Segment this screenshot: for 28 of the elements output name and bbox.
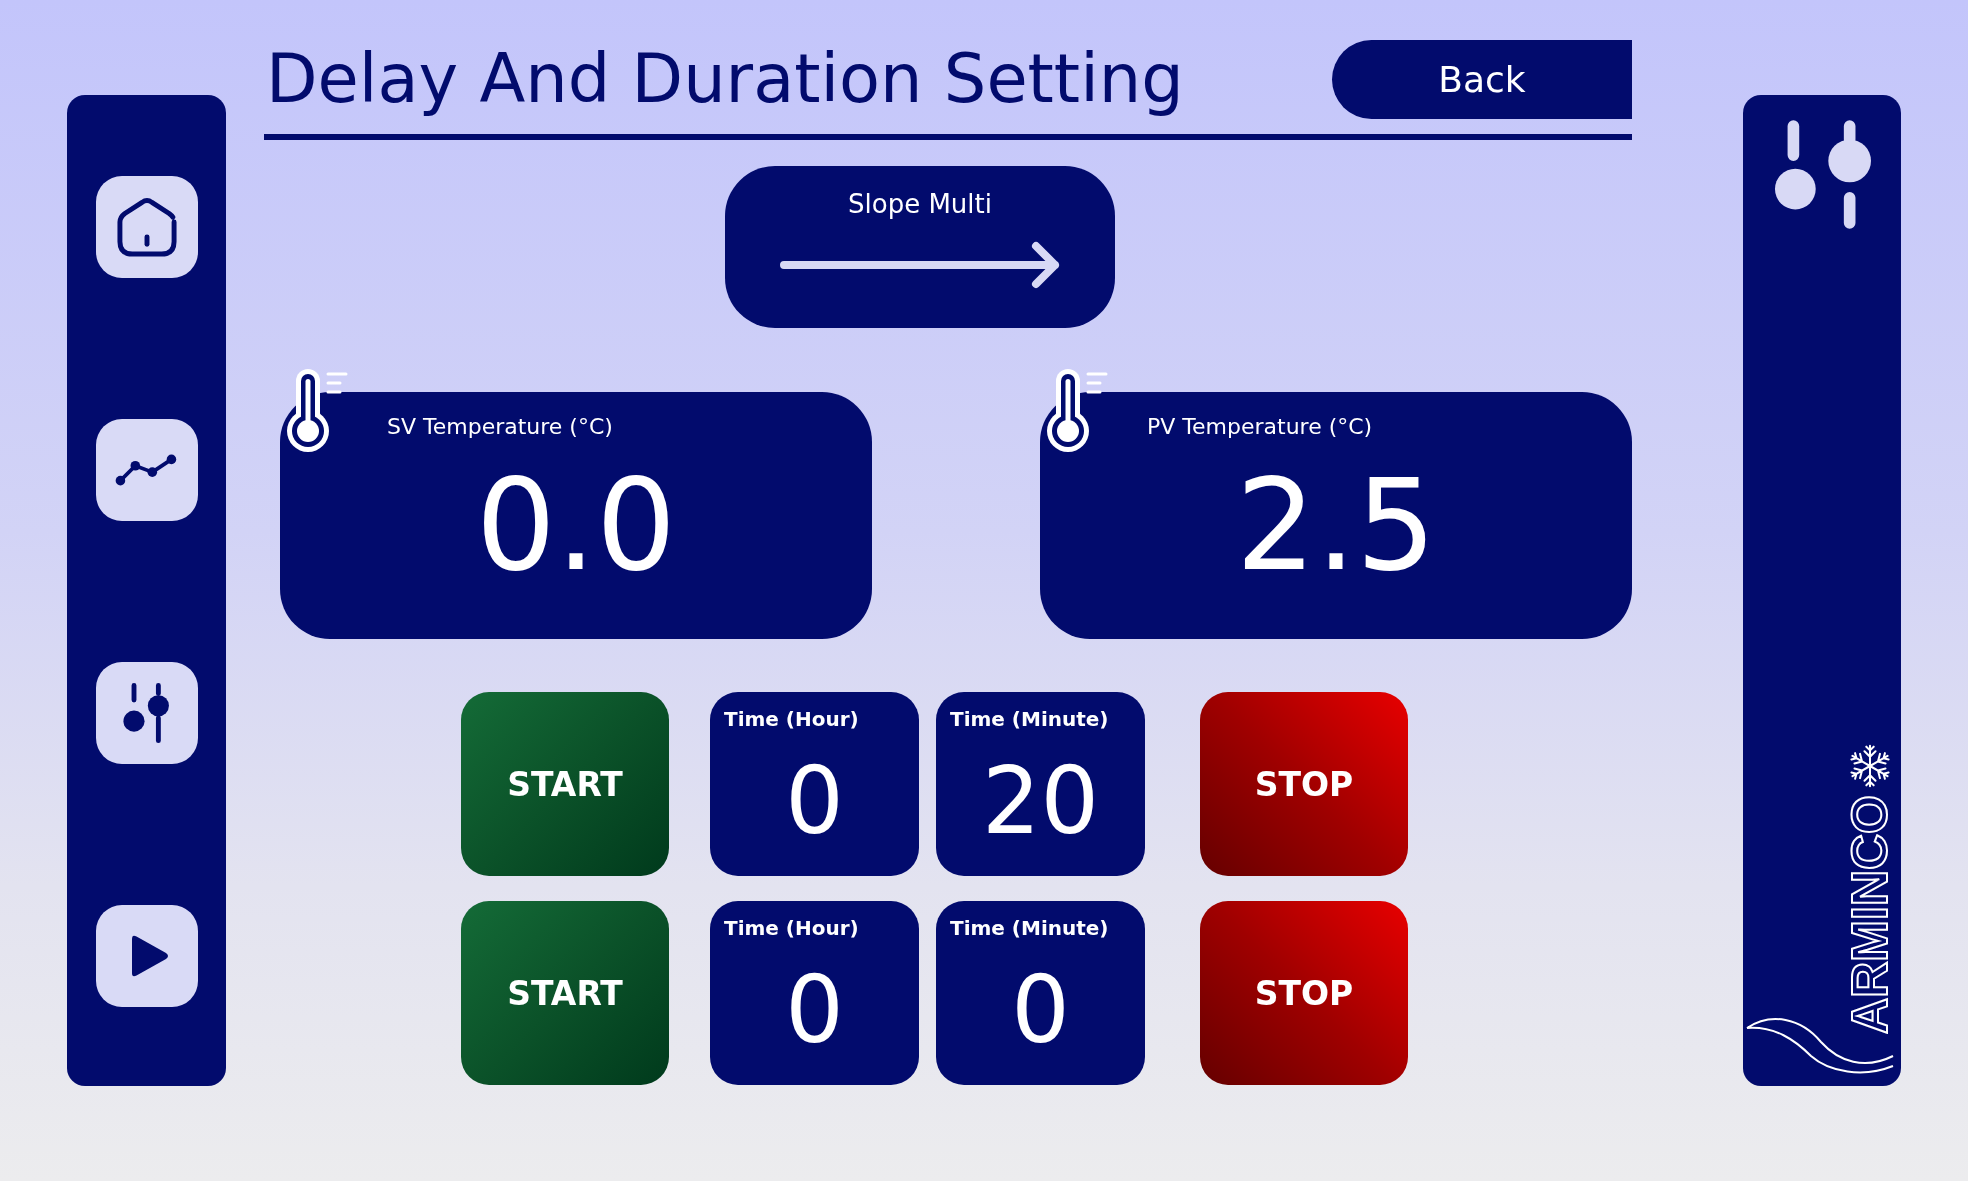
start-button[interactable]: START: [461, 692, 669, 876]
temperature-label: SV Temperature (°C): [387, 414, 613, 440]
home-icon: [114, 195, 179, 259]
play-button[interactable]: [95, 905, 198, 1007]
time-label: Time (Hour): [724, 915, 859, 941]
time-label: Time (Minute): [950, 915, 1109, 941]
time-label: Time (Hour): [724, 706, 859, 732]
time-value[interactable]: 0: [785, 965, 844, 1057]
snowflake-icon: [1847, 743, 1893, 790]
stop-button[interactable]: STOP: [1200, 901, 1408, 1085]
temperature-label: PV Temperature (°C): [1147, 414, 1373, 440]
settings-button[interactable]: [95, 662, 198, 764]
slope-multi-button[interactable]: Slope Multi: [725, 166, 1115, 328]
page-title: Delay And Duration Setting: [266, 40, 1184, 119]
start-button[interactable]: START: [461, 901, 669, 1085]
temperature-value: 2.5: [1235, 463, 1437, 589]
arrow-right-icon: [779, 240, 1061, 290]
home-button[interactable]: [95, 176, 198, 278]
sliders-icon[interactable]: [1773, 119, 1871, 230]
time-label: Time (Minute): [950, 706, 1109, 732]
time-value[interactable]: 20: [981, 756, 1100, 848]
stop-button[interactable]: STOP: [1200, 692, 1408, 876]
time-value[interactable]: 0: [785, 756, 844, 848]
logo-text: ARMINCO: [1845, 795, 1895, 1034]
temperature-value: 0.0: [475, 463, 677, 589]
back-button[interactable]: Back: [1332, 40, 1632, 119]
time-value[interactable]: 0: [1011, 965, 1070, 1057]
chart-button[interactable]: [95, 419, 198, 521]
